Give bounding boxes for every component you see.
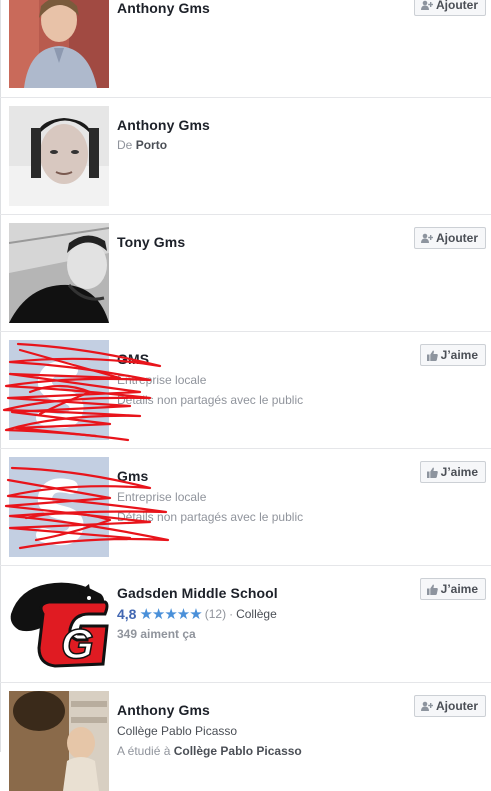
result-studied: A étudié à Collège Pablo Picasso [117,744,302,758]
result-details: Détails non partagés avec le public [117,510,304,524]
likes-count: 349 aiment ça [117,627,196,641]
add-friend-button[interactable]: Ajouter [414,227,486,249]
rating-score: 4,8 [117,606,137,622]
add-friend-button[interactable]: Ajouter [414,0,486,16]
result-name[interactable]: Tony Gms [117,234,185,250]
rating-row: 4,8 ★★★★★ (12) · Collège [117,605,277,623]
add-friend-icon [421,701,433,711]
thumbs-up-icon [426,467,438,478]
result-name[interactable]: Gms [117,468,148,484]
profile-photo[interactable] [9,106,109,206]
like-label: J’aime [440,582,478,596]
add-friend-label: Ajouter [436,699,478,713]
page-photo-placeholder[interactable] [9,340,109,440]
list-item: Anthony Gms Collège Pablo Picasso A étud… [0,683,491,791]
list-item: G Gadsden Middle School 4,8 ★★★★★ (12) ·… [0,566,491,683]
list-item: GMS Entreprise locale Détails non partag… [0,332,491,449]
profile-photo[interactable] [9,0,109,88]
result-name[interactable]: GMS [117,351,149,367]
page-photo-placeholder[interactable] [9,457,109,557]
add-friend-button[interactable]: Ajouter [414,695,486,717]
rating-count[interactable]: (12) [205,607,226,621]
school-link[interactable]: Collège Pablo Picasso [174,744,302,758]
like-label: J’aime [440,348,478,362]
add-friend-label: Ajouter [436,0,478,12]
thumbs-up-icon [426,584,438,595]
thumbs-up-icon [426,350,438,361]
add-friend-icon [421,0,433,10]
result-details: Détails non partagés avec le public [117,393,304,407]
like-button[interactable]: J’aime [419,461,486,483]
result-name[interactable]: Anthony Gms [117,702,210,718]
like-label: J’aime [440,465,478,479]
result-category: Entreprise locale [117,373,207,387]
list-item: Gms Entreprise locale Détails non partag… [0,449,491,566]
profile-photo[interactable] [9,691,109,791]
school-logo-letter: G [61,620,94,667]
star-rating-icon: ★★★★★ [139,606,202,623]
add-friend-label: Ajouter [436,231,478,245]
like-button[interactable]: J’aime [419,344,486,366]
separator-dot: · [229,607,234,621]
list-item: Anthony Gms Ajouter [0,0,491,98]
result-name[interactable]: Gadsden Middle School [117,585,278,601]
list-item: Tony Gms Ajouter [0,215,491,332]
result-category: Collège [236,607,277,621]
result-name[interactable]: Anthony Gms [117,0,210,16]
add-friend-icon [421,233,433,243]
result-name[interactable]: Anthony Gms [117,117,210,133]
result-school: Collège Pablo Picasso [117,724,238,738]
result-location: De Porto [117,138,168,152]
list-item: Anthony Gms De Porto [0,98,491,215]
location-link[interactable]: Porto [136,138,167,152]
school-logo[interactable]: G [9,574,109,674]
result-category: Entreprise locale [117,490,207,504]
profile-photo[interactable] [9,223,109,323]
like-button[interactable]: J’aime [419,578,486,600]
